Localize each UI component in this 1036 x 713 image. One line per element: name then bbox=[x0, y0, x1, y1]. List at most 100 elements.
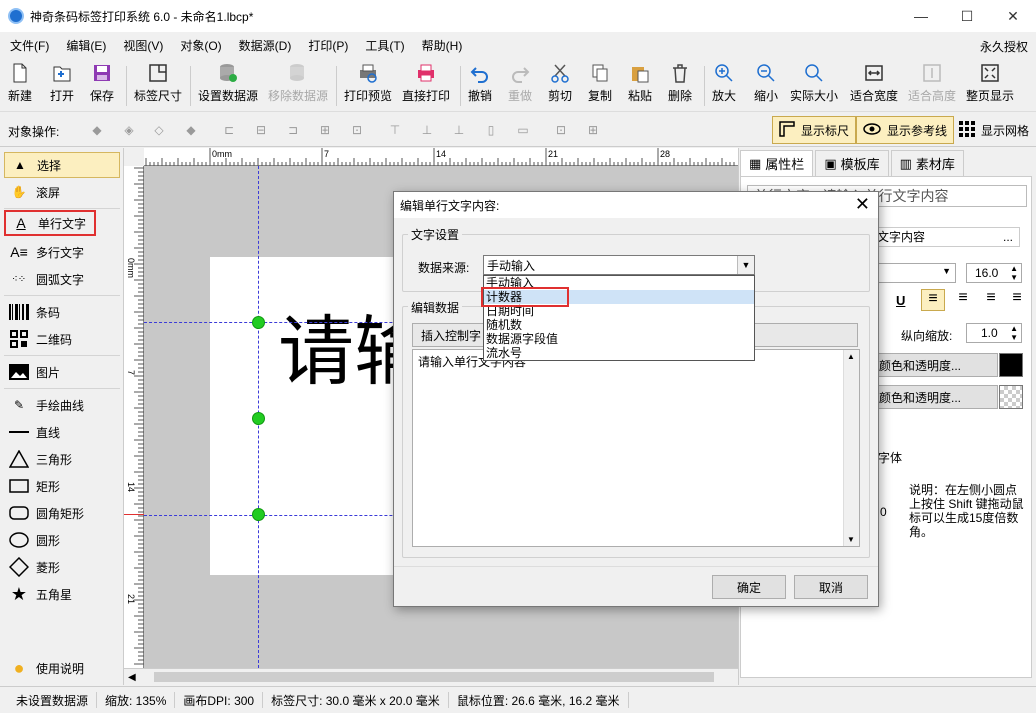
menu-file[interactable]: 文件(F) bbox=[0, 37, 56, 54]
tool-star[interactable]: ★ 五角星 bbox=[4, 581, 120, 607]
resize-handle-top[interactable] bbox=[252, 316, 265, 329]
label-size-button[interactable]: 标签尺寸 bbox=[134, 62, 182, 108]
tool-barcode[interactable]: 条码 bbox=[4, 299, 120, 325]
group-icon[interactable]: ⊡ bbox=[550, 119, 572, 141]
distribute-h-icon[interactable]: ⊞ bbox=[314, 119, 336, 141]
cancel-button[interactable]: 取消 bbox=[794, 575, 868, 599]
help-button[interactable]: ● 使用说明 bbox=[4, 655, 120, 681]
option-datasource-field[interactable]: 数据源字段值 bbox=[484, 332, 754, 346]
align-right-button[interactable]: ≡ bbox=[979, 289, 1003, 311]
redo-button[interactable]: 重做 bbox=[508, 62, 532, 108]
scroll-up-icon[interactable]: ▲ bbox=[847, 352, 855, 361]
show-ruler-toggle[interactable]: 显示标尺 bbox=[772, 116, 857, 144]
tool-diamond[interactable]: 菱形 bbox=[4, 554, 120, 580]
tool-single-line-text[interactable]: A 单行文字 bbox=[4, 210, 96, 236]
tab-templates[interactable]: ▣ 模板库 bbox=[815, 150, 889, 176]
zoom-out-button[interactable]: 缩小 bbox=[754, 62, 778, 108]
bg-color-swatch[interactable] bbox=[999, 385, 1023, 409]
content-textarea[interactable]: 请输入单行文字内容 ▲ ▼ bbox=[412, 349, 860, 547]
tool-select[interactable]: ▲ 选择 bbox=[4, 152, 120, 178]
tool-qrcode[interactable]: 二维码 bbox=[4, 326, 120, 352]
tool-triangle[interactable]: 三角形 bbox=[4, 446, 120, 472]
minimize-button[interactable]: — bbox=[898, 0, 944, 32]
textarea-scrollbar[interactable]: ▲ ▼ bbox=[843, 350, 859, 546]
delete-button[interactable]: 删除 bbox=[668, 62, 692, 108]
resize-handle-bottom[interactable] bbox=[252, 508, 265, 521]
actual-size-button[interactable]: 实际大小 bbox=[790, 62, 838, 108]
show-guides-toggle[interactable]: 显示参考线 bbox=[856, 116, 955, 144]
chevron-down-icon[interactable]: ▼ bbox=[737, 256, 754, 274]
close-button[interactable]: ✕ bbox=[990, 0, 1036, 32]
paste-button[interactable]: 粘贴 bbox=[628, 62, 652, 108]
option-serial[interactable]: 流水号 bbox=[484, 346, 754, 360]
fit-width-button[interactable]: 适合宽度 bbox=[850, 62, 898, 108]
ungroup-icon[interactable]: ⊞ bbox=[582, 119, 604, 141]
align-center-button[interactable]: ≡ bbox=[951, 289, 975, 311]
resize-handle-middle[interactable] bbox=[252, 412, 265, 425]
tool-line[interactable]: 直线 bbox=[4, 419, 120, 445]
tool-rectangle[interactable]: 矩形 bbox=[4, 473, 120, 499]
tool-circle[interactable]: 圆形 bbox=[4, 527, 120, 553]
same-height-icon[interactable]: ▭ bbox=[512, 119, 534, 141]
print-preview-button[interactable]: 打印预览 bbox=[344, 62, 392, 108]
maximize-button[interactable]: ☐ bbox=[944, 0, 990, 32]
tool-freehand[interactable]: ✎ 手绘曲线 bbox=[4, 392, 120, 418]
text-color-swatch[interactable] bbox=[999, 353, 1023, 377]
new-button[interactable]: 新建 bbox=[8, 62, 32, 108]
dialog-close-icon[interactable]: ✕ bbox=[855, 194, 870, 215]
undo-button[interactable]: 撤销 bbox=[468, 62, 492, 108]
text-color-button[interactable]: 颜色和透明度... bbox=[872, 353, 998, 377]
show-grid-toggle[interactable]: 显示网格 bbox=[952, 116, 1036, 144]
align-center-icon[interactable]: ⊟ bbox=[250, 119, 272, 141]
cut-button[interactable]: 剪切 bbox=[548, 62, 572, 108]
bring-front-icon[interactable]: ◆ bbox=[86, 119, 108, 141]
fit-height-button[interactable]: 适合高度 bbox=[908, 62, 956, 108]
send-backward-icon[interactable]: ◆ bbox=[180, 119, 202, 141]
tab-assets[interactable]: ▥ 素材库 bbox=[890, 150, 964, 176]
source-select[interactable]: 手动输入 ▼ bbox=[483, 255, 755, 275]
font-select[interactable]: ▼ bbox=[872, 263, 956, 283]
tool-rounded-rect[interactable]: 圆角矩形 bbox=[4, 500, 120, 526]
option-random[interactable]: 随机数 bbox=[484, 318, 754, 332]
menu-object[interactable]: 对象(O) bbox=[170, 37, 228, 54]
scroll-left-icon[interactable]: ◀ bbox=[128, 672, 136, 683]
same-width-icon[interactable]: ▯ bbox=[480, 119, 502, 141]
align-left-icon[interactable]: ⊏ bbox=[218, 119, 240, 141]
font-size-spinner[interactable]: 16.0 ▲ ▼ bbox=[966, 263, 1022, 283]
set-datasource-button[interactable]: 设置数据源 bbox=[198, 62, 258, 108]
align-middle-icon[interactable]: ⊥ bbox=[416, 119, 438, 141]
justify-button[interactable]: ≡ bbox=[1005, 289, 1029, 311]
menu-edit[interactable]: 编辑(E) bbox=[56, 37, 113, 54]
align-right-icon[interactable]: ⊐ bbox=[282, 119, 304, 141]
ok-button[interactable]: 确定 bbox=[712, 575, 786, 599]
save-button[interactable]: 保存 bbox=[90, 62, 114, 108]
tool-multi-line-text[interactable]: A≡ 多行文字 bbox=[4, 239, 120, 265]
scroll-down-icon[interactable]: ▼ bbox=[847, 535, 855, 544]
scroll-thumb[interactable] bbox=[154, 672, 714, 682]
v-scale-spinner[interactable]: 1.0 ▲ ▼ bbox=[966, 323, 1022, 343]
copy-button[interactable]: 复制 bbox=[588, 62, 612, 108]
align-bottom-icon[interactable]: ⊥ bbox=[448, 119, 470, 141]
underline-button[interactable]: U bbox=[896, 293, 905, 308]
menu-print[interactable]: 打印(P) bbox=[298, 37, 355, 54]
tab-properties[interactable]: ▦ 属性栏 bbox=[740, 150, 814, 176]
open-button[interactable]: 打开 bbox=[50, 62, 74, 108]
content-field[interactable]: 文字内容 ... bbox=[872, 227, 1020, 247]
menu-datasource[interactable]: 数据源(D) bbox=[229, 37, 299, 54]
menu-help[interactable]: 帮助(H) bbox=[412, 37, 470, 54]
full-page-button[interactable]: 整页显示 bbox=[966, 62, 1014, 108]
horizontal-scrollbar[interactable]: ◀ bbox=[124, 668, 738, 685]
menu-tools[interactable]: 工具(T) bbox=[355, 37, 411, 54]
align-left-button[interactable]: ≡ bbox=[921, 289, 945, 311]
distribute-v-icon[interactable]: ⊡ bbox=[346, 119, 368, 141]
direct-print-button[interactable]: 直接打印 bbox=[402, 62, 450, 108]
menu-view[interactable]: 视图(V) bbox=[113, 37, 170, 54]
tool-image[interactable]: 图片 bbox=[4, 359, 120, 385]
bring-forward-icon[interactable]: ◇ bbox=[148, 119, 170, 141]
tool-scroll[interactable]: ✋ 滚屏 bbox=[4, 179, 120, 205]
send-back-icon[interactable]: ◈ bbox=[118, 119, 140, 141]
tool-arc-text[interactable]: ⁖⁘ 圆弧文字 bbox=[4, 266, 120, 292]
zoom-in-button[interactable]: 放大 bbox=[712, 62, 736, 108]
remove-datasource-button[interactable]: 移除数据源 bbox=[268, 62, 328, 108]
align-top-icon[interactable]: ⊤ bbox=[384, 119, 406, 141]
